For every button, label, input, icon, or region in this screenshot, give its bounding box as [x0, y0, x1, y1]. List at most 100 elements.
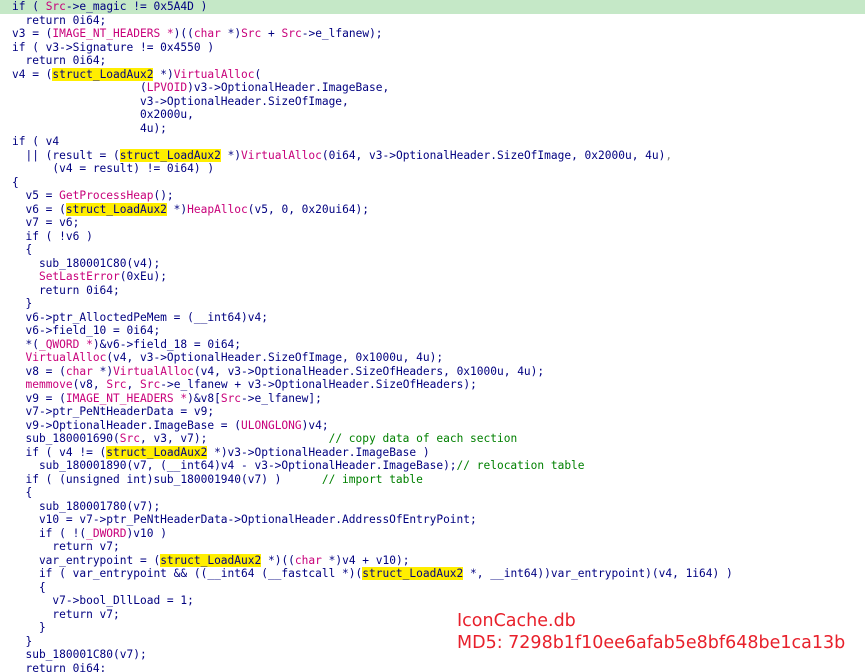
- code-line[interactable]: (LPVOID)v3->OptionalHeader.ImageBase,: [0, 81, 865, 95]
- code-token: char: [65, 364, 93, 378]
- code-line[interactable]: SetLastError(0xEu);: [0, 270, 865, 284]
- code-comment: // copy data of each section: [207, 432, 518, 445]
- code-line[interactable]: if ( var_entrypoint && ((__int64 (__fast…: [0, 567, 865, 581]
- code-line[interactable]: if ( v4 != (struct_LoadAux2 *)v3->Option…: [0, 445, 865, 460]
- code-token: ->e_lfanew + v3->OptionalHeader.SizeOfHe…: [160, 378, 477, 391]
- highlighted-token: struct_LoadAux2: [362, 567, 464, 580]
- code-line[interactable]: return 0i64;: [0, 14, 865, 28]
- decompiler-code-view[interactable]: if ( Src->e_magic != 0x5A4D ) return 0i6…: [0, 0, 865, 672]
- code-line[interactable]: if ( v3->Signature != 0x4550 ): [0, 41, 865, 55]
- code-token: v7->bool_DllLoad = 1;: [12, 594, 194, 607]
- code-token: return 0i64;: [12, 661, 107, 672]
- code-line[interactable]: v6->field_10 = 0i64;: [0, 324, 865, 338]
- code-line[interactable]: var_entrypoint = (struct_LoadAux2 *)((ch…: [0, 553, 865, 568]
- code-line[interactable]: memmove(v8, Src, Src->e_lfanew + v3->Opt…: [0, 378, 865, 392]
- code-token: *): [166, 202, 188, 216]
- code-token: _QWORD *: [38, 337, 93, 351]
- code-token: )v10 ): [126, 526, 167, 540]
- code-token: char: [294, 553, 322, 567]
- code-line[interactable]: {: [0, 243, 865, 257]
- code-line[interactable]: v7->bool_DllLoad = 1;: [0, 594, 865, 608]
- code-token: GetProcessHeap: [59, 189, 154, 202]
- code-token: (: [12, 81, 147, 94]
- code-line[interactable]: return 0i64;: [0, 284, 865, 298]
- code-line[interactable]: 0x2000u,: [0, 108, 865, 122]
- code-token: IMAGE_NT_HEADERS *: [52, 27, 174, 40]
- code-token: ();: [153, 189, 174, 202]
- code-line[interactable]: {: [0, 176, 865, 190]
- code-line[interactable]: v4 = (struct_LoadAux2 *)VirtualAlloc(: [0, 67, 865, 82]
- code-token: IMAGE_NT_HEADERS *: [65, 391, 188, 405]
- code-line[interactable]: VirtualAlloc(v4, v3->OptionalHeader.Size…: [0, 351, 865, 365]
- code-token: v5 =: [12, 189, 60, 202]
- code-token: }: [12, 634, 33, 648]
- code-line[interactable]: v3 = (IMAGE_NT_HEADERS *)((char *)Src + …: [0, 27, 865, 41]
- code-line[interactable]: }: [0, 297, 865, 311]
- code-line[interactable]: v6 = (struct_LoadAux2 *)HeapAlloc(v5, 0,…: [0, 202, 865, 217]
- code-token: Src: [106, 378, 127, 391]
- code-token: (v8,: [72, 378, 107, 391]
- code-line[interactable]: || (result = (struct_LoadAux2 *)VirtualA…: [0, 148, 865, 163]
- code-line-current[interactable]: if ( Src->e_magic != 0x5A4D ): [0, 0, 865, 14]
- code-line[interactable]: v5 = GetProcessHeap();: [0, 189, 865, 203]
- code-line[interactable]: v10 = v7->ptr_PeNtHeaderData->OptionalHe…: [0, 513, 865, 527]
- code-token: v9->OptionalHeader.ImageBase = (: [12, 418, 242, 432]
- code-line[interactable]: 4u);: [0, 122, 865, 136]
- code-token: {: [12, 243, 33, 256]
- code-token: v7->ptr_PeNtHeaderData = v9;: [12, 405, 215, 418]
- code-line[interactable]: if ( (unsigned int)sub_180001940(v7) ) /…: [0, 473, 865, 487]
- code-token: 0x2000u,: [12, 108, 194, 121]
- code-token: ULONGLONG: [241, 418, 302, 432]
- code-token: )v3->OptionalHeader.ImageBase,: [187, 81, 390, 94]
- code-line[interactable]: if ( !(_DWORD)v10 ): [0, 527, 865, 541]
- code-line[interactable]: if ( v4: [0, 135, 865, 149]
- code-line[interactable]: sub_180001890(v7, (__int64)v4 - v3->Opti…: [0, 459, 865, 473]
- code-line[interactable]: sub_180001780(v7);: [0, 500, 865, 514]
- code-line[interactable]: {: [0, 581, 865, 595]
- code-token: Src: [45, 0, 66, 13]
- code-token: memmove: [25, 378, 73, 391]
- code-token: v4 = (: [12, 67, 53, 81]
- code-token: if ( var_entrypoint && ((__int64 (__fast…: [12, 567, 363, 580]
- code-token: VirtualAlloc: [113, 364, 194, 378]
- code-token: sub_180001890(v7, (__int64)v4 - v3->Opti…: [12, 459, 457, 472]
- code-token: (v4, v3->OptionalHeader.SizeOfHeaders, 0…: [193, 364, 545, 378]
- code-line[interactable]: return 0i64;: [0, 54, 865, 68]
- code-line[interactable]: sub_180001690(Src, v3, v7); // copy data…: [0, 432, 865, 446]
- code-line[interactable]: v8 = (char *)VirtualAlloc(v4, v3->Option…: [0, 365, 865, 379]
- code-token: 4u);: [12, 121, 167, 135]
- code-comment: // relocation table: [456, 459, 585, 472]
- code-token: sub_180001690(: [12, 432, 120, 445]
- code-token: VirtualAlloc: [173, 67, 255, 81]
- code-token: *): [220, 148, 242, 162]
- code-token: HeapAlloc: [187, 202, 248, 216]
- code-line[interactable]: v7->ptr_PeNtHeaderData = v9;: [0, 405, 865, 419]
- code-token: (v5, 0, 0x20ui64);: [247, 202, 370, 216]
- code-line[interactable]: *(_QWORD *)&v6->field_18 = 0i64;: [0, 338, 865, 352]
- code-line[interactable]: return v7;: [0, 540, 865, 554]
- code-token: if ( (unsigned int)sub_180001940(v7) ): [12, 472, 282, 486]
- code-token: if ( v4 != (: [12, 445, 107, 459]
- code-token: )&v8[: [187, 391, 221, 405]
- highlighted-token: struct_LoadAux2: [65, 202, 167, 216]
- code-line[interactable]: v9 = (IMAGE_NT_HEADERS *)&v8[Src->e_lfan…: [0, 392, 865, 406]
- code-token: v6 = (: [12, 202, 66, 216]
- code-line[interactable]: return 0i64;: [0, 662, 865, 672]
- code-token: if ( !v6 ): [12, 229, 93, 243]
- code-line[interactable]: v7 = v6;: [0, 216, 865, 230]
- code-line[interactable]: if ( !v6 ): [0, 230, 865, 244]
- code-line[interactable]: (v4 = result) != 0i64) ): [0, 162, 865, 176]
- highlighted-token: struct_LoadAux2: [106, 445, 208, 459]
- code-token: var_entrypoint = (: [12, 553, 161, 567]
- code-line[interactable]: v9->OptionalHeader.ImageBase = (ULONGLON…: [0, 419, 865, 433]
- code-line[interactable]: v6->ptr_AlloctedPeMem = (__int64)v4;: [0, 311, 865, 325]
- code-token: _DWORD: [86, 526, 127, 540]
- code-line[interactable]: {: [0, 486, 865, 500]
- code-token: char: [193, 27, 221, 40]
- code-token: sub_180001C80(v7);: [12, 648, 147, 661]
- code-line[interactable]: v3->OptionalHeader.SizeOfImage,: [0, 95, 865, 109]
- code-token: if ( v3->Signature != 0x4550 ): [12, 40, 215, 54]
- code-line[interactable]: sub_180001C80(v4);: [0, 257, 865, 271]
- code-token: return 0i64;: [12, 283, 120, 297]
